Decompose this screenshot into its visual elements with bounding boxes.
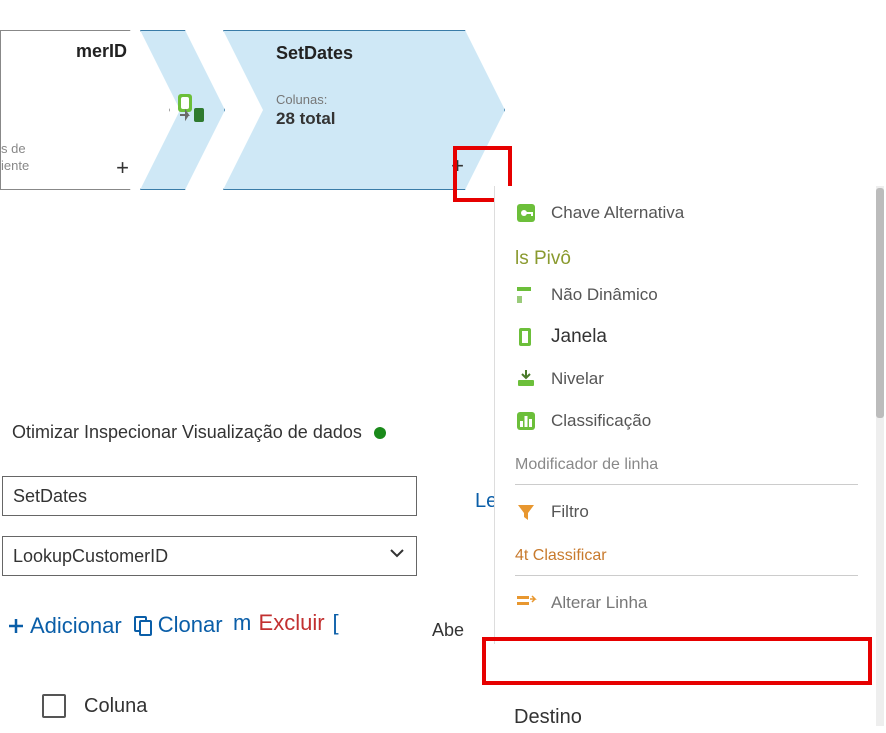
- clone-icon: [132, 614, 154, 636]
- flatten-icon: [515, 368, 537, 390]
- plus-icon: [6, 616, 26, 636]
- output-name-input[interactable]: SetDates: [2, 476, 417, 516]
- output-name-value: SetDates: [13, 486, 87, 507]
- svg-text:m: m: [233, 610, 251, 635]
- unpivot-icon: [515, 284, 537, 306]
- highlight-box-alter-row: [482, 637, 872, 685]
- menu-group-destino: Destino: [514, 706, 582, 729]
- filter-icon: [515, 501, 537, 523]
- incoming-stream-select[interactable]: LookupCustomerID: [2, 536, 417, 576]
- column-actions: Adicionar Clonar m Excluir [: [6, 610, 339, 639]
- trash-icon: m: [233, 610, 255, 636]
- surrogate-key-icon: [515, 202, 537, 224]
- add-step-menu: Chave Alternativa ls Pivô Não Dinâmico J…: [494, 186, 878, 644]
- menu-divider: [515, 484, 858, 485]
- alter-row-icon: [515, 592, 537, 614]
- menu-group-mod-linha: Modificador de linha: [495, 442, 878, 478]
- node-set-dates[interactable]: SetDates Colunas: 28 total +: [223, 30, 505, 190]
- menu-divider: [515, 575, 858, 576]
- menu-group-pivo: ls Pivô: [495, 234, 878, 274]
- derived-column-icon: [176, 90, 210, 129]
- node-lookup-customer-id[interactable]: merID s de iente +: [0, 30, 170, 190]
- menu-item-alterar-linha[interactable]: Alterar Linha: [495, 582, 878, 624]
- status-dot-icon: [374, 427, 386, 439]
- column-header-label: Coluna: [84, 695, 147, 718]
- select-all-checkbox[interactable]: [42, 694, 66, 718]
- menu-item-classificacao[interactable]: Classificação: [495, 400, 878, 442]
- chevron-down-icon: [388, 544, 406, 568]
- node-sub: s de iente: [1, 141, 29, 175]
- menu-scrollbar[interactable]: [876, 186, 884, 726]
- inspector-tabs[interactable]: Otimizar Inspecionar Visualização de dad…: [12, 422, 386, 443]
- clone-column-button[interactable]: Clonar: [132, 612, 223, 638]
- add-step-button[interactable]: +: [451, 153, 464, 179]
- rank-icon: [515, 410, 537, 432]
- menu-item-chave-alternativa[interactable]: Chave Alternativa: [495, 192, 878, 234]
- node-title: merID: [1, 41, 161, 62]
- menu-group-classificar: 4t Classificar: [495, 533, 878, 569]
- node-colunas-value: 28 total: [276, 109, 486, 129]
- column-header-row: Coluna: [42, 694, 147, 718]
- menu-item-filtro[interactable]: Filtro: [495, 491, 878, 533]
- add-column-button[interactable]: Adicionar: [6, 613, 122, 639]
- add-step-button[interactable]: +: [116, 155, 129, 181]
- menu-item-nao-dinamico[interactable]: Não Dinâmico: [495, 274, 878, 316]
- inspector-tabs-label: Otimizar Inspecionar Visualização de dad…: [12, 422, 362, 443]
- window-icon: [515, 326, 537, 348]
- menu-item-nivelar[interactable]: Nivelar: [495, 358, 878, 400]
- node-title: SetDates: [276, 43, 486, 64]
- truncated-text: Abe: [432, 620, 464, 641]
- menu-item-janela[interactable]: Janela: [495, 316, 878, 358]
- incoming-stream-value: LookupCustomerID: [13, 546, 168, 567]
- node-colunas-label: Colunas:: [276, 92, 486, 107]
- dataflow-canvas[interactable]: merID s de iente + SetDates Colunas: 28 …: [0, 0, 886, 733]
- delete-column-button[interactable]: m Excluir [: [233, 610, 339, 636]
- scrollbar-thumb[interactable]: [876, 188, 884, 418]
